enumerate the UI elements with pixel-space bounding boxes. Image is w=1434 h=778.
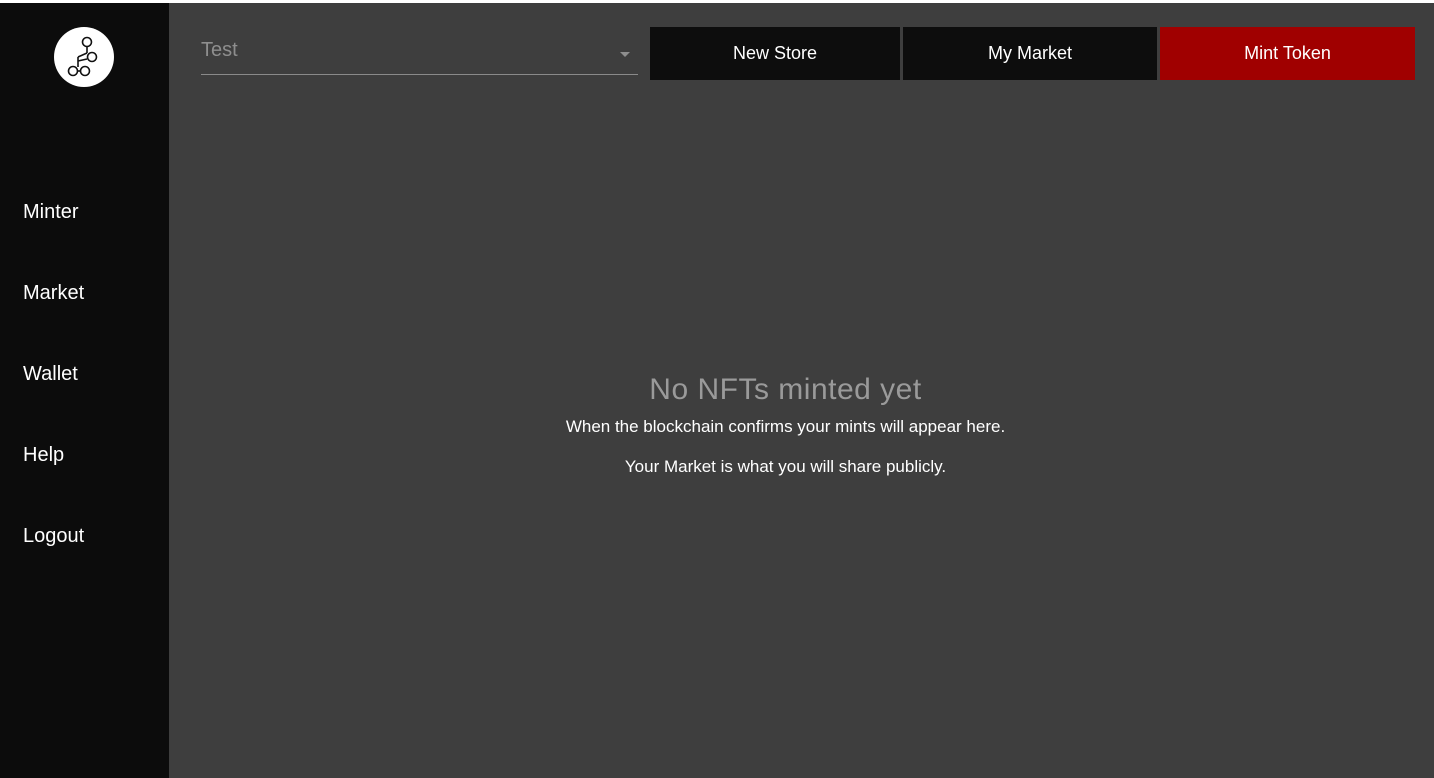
mint-token-button[interactable]: Mint Token: [1160, 27, 1415, 80]
app-window: Minter Market Wallet Help Logout Test Ne…: [0, 3, 1434, 778]
sidebar-nav: Minter Market Wallet Help Logout: [23, 191, 84, 596]
sidebar-item-logout[interactable]: Logout: [23, 515, 84, 596]
new-store-button[interactable]: New Store: [650, 27, 900, 80]
network-nodes-icon: [67, 36, 98, 77]
sidebar-item-minter[interactable]: Minter: [23, 191, 84, 272]
empty-state: No NFTs minted yet When the blockchain c…: [169, 373, 1434, 477]
empty-state-note: Your Market is what you will share publi…: [624, 457, 947, 476]
sidebar-item-market[interactable]: Market: [23, 272, 84, 353]
my-market-button[interactable]: My Market: [903, 27, 1157, 80]
logo[interactable]: [54, 27, 114, 87]
main-content: Test New Store My Market Mint Token No N…: [169, 3, 1434, 778]
empty-state-description: When the blockchain confirms your mints …: [565, 417, 1006, 436]
store-select[interactable]: Test: [201, 27, 638, 75]
store-select-value: Test: [201, 39, 238, 61]
empty-state-title: No NFTs minted yet: [649, 373, 922, 406]
chevron-down-icon: [620, 52, 630, 57]
sidebar-item-help[interactable]: Help: [23, 434, 84, 515]
sidebar-item-wallet[interactable]: Wallet: [23, 353, 84, 434]
